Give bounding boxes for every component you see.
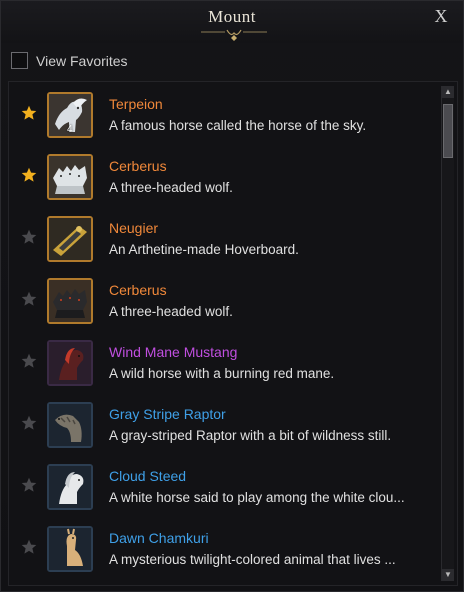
view-favorites-label: View Favorites — [36, 53, 128, 69]
favorite-star-icon[interactable] — [21, 353, 37, 369]
mount-window: Mount X View Favorites 4 Terpeion A famo… — [0, 0, 464, 592]
dark-three-headed-wolf-icon — [47, 278, 93, 324]
list-scrollbar[interactable]: ▲ ▼ — [441, 86, 454, 581]
mount-description: A famous horse called the horse of the s… — [109, 118, 367, 133]
mount-list-item[interactable]: Cerberus A three-headed wolf. — [9, 147, 439, 209]
mount-list-item[interactable]: 4 Terpeion A famous horse called the hor… — [9, 85, 439, 147]
mount-list-item[interactable]: Gray Stripe Raptor A gray-striped Raptor… — [9, 395, 439, 457]
favorite-star-icon[interactable] — [21, 105, 37, 121]
mount-count: 4 — [67, 124, 73, 135]
title-ornament-icon — [201, 29, 267, 41]
mount-name: Neugier — [109, 220, 159, 236]
mount-name: Gray Stripe Raptor — [109, 406, 226, 422]
mount-list-item[interactable]: Dawn Chamkuri A mysterious twilight-colo… — [9, 519, 439, 581]
mount-name: Cloud Steed — [109, 468, 187, 484]
favorite-star-icon[interactable] — [21, 415, 37, 431]
mount-description: A three-headed wolf. — [109, 180, 233, 195]
hoverboard-icon — [47, 216, 93, 262]
scroll-down-arrow-icon[interactable]: ▼ — [442, 569, 454, 581]
close-button[interactable]: X — [431, 6, 451, 26]
mount-description: A three-headed wolf. — [109, 304, 233, 319]
view-favorites-checkbox[interactable] — [11, 52, 28, 69]
raptor-icon — [47, 402, 93, 448]
mount-list: 4 Terpeion A famous horse called the hor… — [8, 81, 458, 586]
mount-list-item[interactable]: Neugier An Arthetine-made Hoverboard. — [9, 209, 439, 271]
mount-description: An Arthetine-made Hoverboard. — [109, 242, 299, 257]
white-three-headed-wolf-icon — [47, 154, 93, 200]
mount-description: A gray-striped Raptor with a bit of wild… — [109, 428, 392, 443]
favorite-star-icon[interactable] — [21, 291, 37, 307]
title-bar[interactable]: Mount X — [1, 1, 463, 43]
mount-description: A wild horse with a burning red mane. — [109, 366, 335, 381]
mount-description: A white horse said to play among the whi… — [109, 490, 405, 505]
favorite-star-icon[interactable] — [21, 539, 37, 555]
red-mane-horse-icon — [47, 340, 93, 386]
mount-name: Terpeion — [109, 96, 163, 112]
mount-list-item[interactable]: Cloud Steed A white horse said to play a… — [9, 457, 439, 519]
white-winged-horse-icon: 4 — [47, 92, 93, 138]
scrollbar-thumb[interactable] — [443, 104, 453, 158]
white-horse-icon — [47, 464, 93, 510]
mount-description: A mysterious twilight-colored animal tha… — [109, 552, 396, 567]
mount-name: Dawn Chamkuri — [109, 530, 209, 546]
scroll-up-arrow-icon[interactable]: ▲ — [442, 86, 454, 98]
favorite-star-icon[interactable] — [21, 477, 37, 493]
favorite-star-icon[interactable] — [21, 167, 37, 183]
mount-list-item[interactable]: Cerberus A three-headed wolf. — [9, 271, 439, 333]
llama-icon — [47, 526, 93, 572]
mount-name: Wind Mane Mustang — [109, 344, 238, 360]
mount-name: Cerberus — [109, 158, 167, 174]
favorite-star-icon[interactable] — [21, 229, 37, 245]
mount-list-item[interactable]: Wind Mane Mustang A wild horse with a bu… — [9, 333, 439, 395]
mount-name: Cerberus — [109, 282, 167, 298]
window-title: Mount — [208, 7, 256, 26]
